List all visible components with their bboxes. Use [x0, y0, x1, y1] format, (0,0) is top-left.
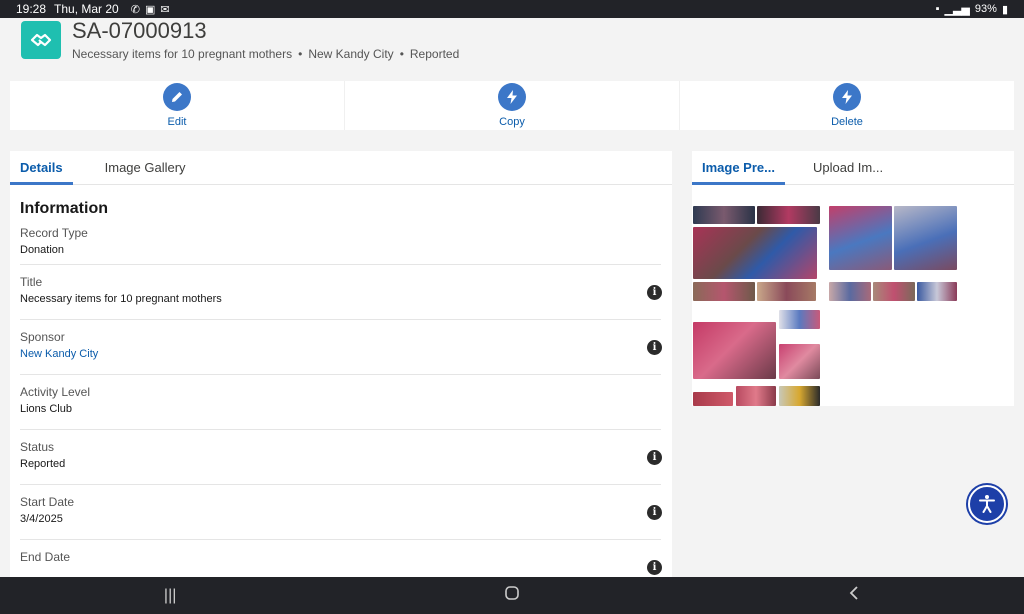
- photo-thumbnail[interactable]: [693, 322, 776, 379]
- pencil-icon: [163, 83, 191, 111]
- photo-thumbnail[interactable]: [873, 282, 915, 301]
- record-subtitle: Necessary items for 10 pregnant mothers …: [72, 47, 459, 61]
- mail-icon: ✉: [160, 3, 170, 16]
- subtitle-sponsor: New Kandy City: [308, 47, 394, 61]
- photo-thumbnail[interactable]: [757, 282, 816, 301]
- accessibility-icon[interactable]: [968, 485, 1006, 523]
- sim-icon: ▪: [935, 3, 940, 15]
- field-value: Lions Club: [20, 403, 72, 415]
- tab-upload-image[interactable]: Upload Im...: [803, 160, 893, 184]
- photo-thumbnail[interactable]: [829, 206, 892, 270]
- record-title: SA-07000913: [72, 18, 207, 43]
- photo-thumbnail[interactable]: [917, 282, 957, 301]
- field-sponsor: Sponsor New Kandy City i: [20, 320, 662, 375]
- field-end-date: End Date i: [20, 540, 662, 577]
- field-value: Donation: [20, 244, 65, 256]
- photo-thumbnail[interactable]: [693, 206, 755, 224]
- field-label: Sponsor: [20, 330, 65, 344]
- details-panel: Details Image Gallery Information Record…: [10, 151, 672, 577]
- photo-thumbnail[interactable]: [829, 282, 871, 301]
- section-title: Information: [20, 200, 108, 217]
- info-icon[interactable]: i: [647, 340, 662, 355]
- recents-icon[interactable]: |||: [164, 587, 176, 605]
- handshake-icon: [21, 21, 61, 59]
- bolt-icon: [498, 83, 526, 111]
- photo-thumbnail[interactable]: [779, 310, 820, 329]
- photo-thumbnail[interactable]: [779, 386, 820, 406]
- date: Thu, Mar 20: [54, 2, 119, 16]
- system-navigation-bar: |||: [0, 577, 1024, 614]
- info-icon[interactable]: i: [647, 560, 662, 575]
- field-value: Necessary items for 10 pregnant mothers: [20, 293, 222, 305]
- photo-thumbnail[interactable]: [779, 344, 820, 379]
- edit-button[interactable]: Edit: [10, 81, 345, 130]
- image-panel: Image Pre... Upload Im...: [692, 151, 1014, 406]
- photo-thumbnail[interactable]: [894, 206, 957, 270]
- info-icon[interactable]: i: [647, 505, 662, 520]
- subtitle-separator: •: [399, 47, 404, 61]
- sponsor-link[interactable]: New Kandy City: [20, 348, 661, 360]
- delete-button-label: Delete: [831, 116, 863, 128]
- subtitle-separator: •: [298, 47, 303, 61]
- field-label: Status: [20, 440, 55, 454]
- field-title: Title Necessary items for 10 pregnant mo…: [20, 265, 662, 320]
- record-header: SA-07000913 Necessary items for 10 pregn…: [0, 18, 1024, 68]
- field-value: Reported: [20, 458, 66, 470]
- battery-icon: ▮: [1001, 3, 1008, 16]
- copy-button[interactable]: Copy: [345, 81, 680, 130]
- action-bar: Edit Copy Delete: [10, 81, 1014, 130]
- whatsapp-icon: ✆: [130, 3, 140, 16]
- photo-thumbnail[interactable]: [693, 392, 733, 406]
- image-tabs: Image Pre... Upload Im...: [692, 151, 1014, 185]
- image-gallery: [692, 206, 1014, 406]
- gallery-icon: ▣: [144, 3, 156, 16]
- field-start-date: Start Date 3/4/2025 i: [20, 485, 662, 540]
- tab-image-gallery[interactable]: Image Gallery: [95, 160, 196, 184]
- photo-thumbnail[interactable]: [693, 227, 817, 279]
- signal-icon: ▁▃▅: [944, 3, 970, 16]
- system-status-bar: 19:28 Thu, Mar 20 ✆ ▣ ✉ ▪ ▁▃▅ 93% ▮: [0, 0, 1024, 18]
- photo-thumbnail[interactable]: [693, 282, 755, 301]
- field-label: Start Date: [20, 495, 75, 509]
- field-label: Record Type: [20, 226, 88, 240]
- delete-button[interactable]: Delete: [680, 81, 1014, 130]
- back-icon[interactable]: [848, 585, 860, 606]
- battery-level: 93%: [974, 3, 997, 15]
- tab-image-preview[interactable]: Image Pre...: [692, 160, 785, 185]
- clock: 19:28: [16, 2, 47, 16]
- info-icon[interactable]: i: [647, 285, 662, 300]
- tab-details[interactable]: Details: [10, 160, 73, 185]
- subtitle-title: Necessary items for 10 pregnant mothers: [72, 47, 293, 61]
- field-label: Activity Level: [20, 385, 91, 399]
- field-value: 3/4/2025: [20, 513, 63, 525]
- field-activity-level: Activity Level Lions Club: [20, 375, 661, 430]
- field-label: End Date: [20, 550, 71, 564]
- photo-thumbnail[interactable]: [736, 386, 776, 406]
- info-icon[interactable]: i: [647, 450, 662, 465]
- field-record-type: Record Type Donation: [20, 218, 661, 265]
- field-label: Title: [20, 275, 43, 289]
- subtitle-status: Reported: [409, 47, 460, 61]
- photo-thumbnail[interactable]: [757, 206, 820, 224]
- bolt-icon: [833, 83, 861, 111]
- field-status: Status Reported i: [20, 430, 662, 485]
- details-tabs: Details Image Gallery: [10, 151, 672, 185]
- edit-button-label: Edit: [167, 116, 187, 128]
- copy-button-label: Copy: [499, 116, 525, 128]
- home-icon[interactable]: [504, 585, 520, 606]
